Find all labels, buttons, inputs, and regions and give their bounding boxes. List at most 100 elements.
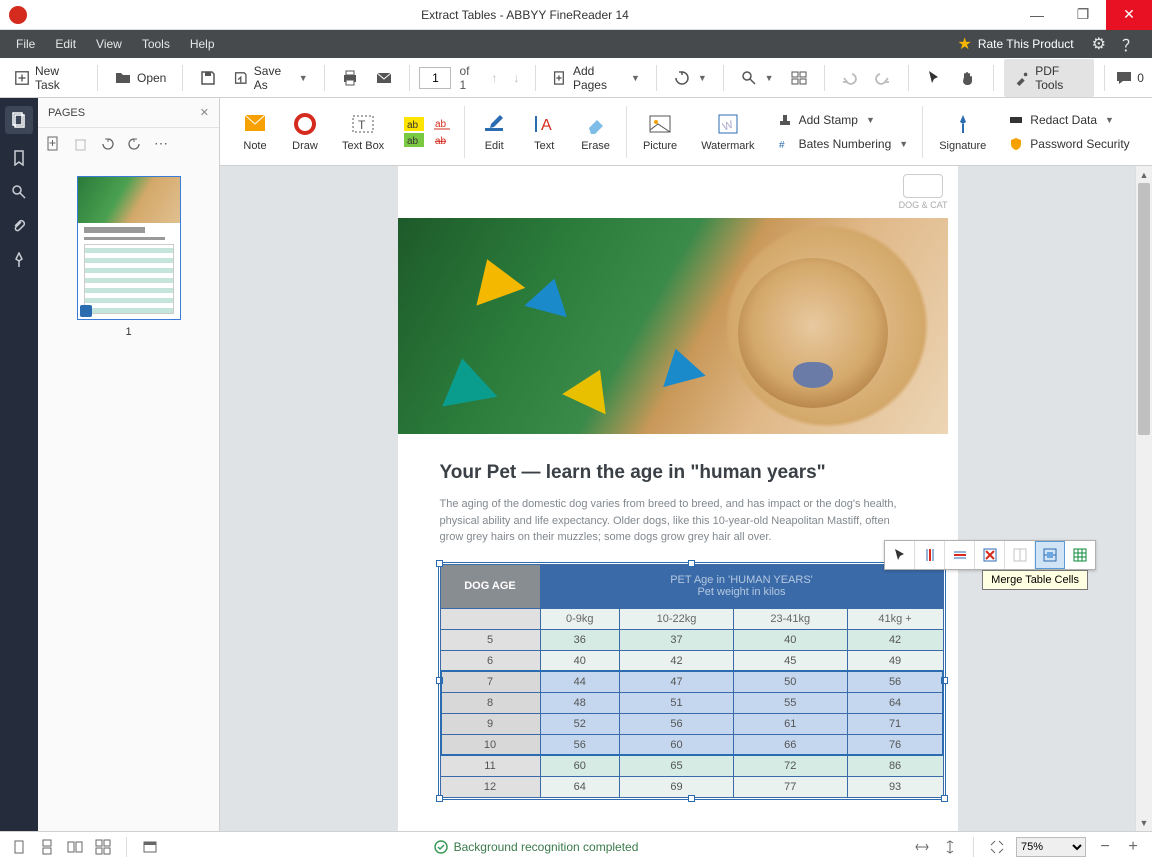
menu-tools[interactable]: Tools <box>132 30 180 58</box>
save-button[interactable] <box>193 65 223 91</box>
signatures-tab-icon[interactable] <box>9 250 29 270</box>
close-button[interactable]: ✕ <box>1106 0 1152 30</box>
add-page-icon[interactable] <box>46 136 61 151</box>
password-security-button[interactable]: Password Security <box>1004 133 1133 155</box>
rotate-button[interactable]: ▼ <box>667 65 713 91</box>
save-as-button[interactable]: Save As▼ <box>227 60 313 96</box>
rotate-left-icon[interactable] <box>100 136 115 151</box>
menu-edit[interactable]: Edit <box>45 30 86 58</box>
view-two-continuous[interactable] <box>94 838 112 856</box>
print-button[interactable] <box>335 65 365 91</box>
strikethrough-tool[interactable]: ab <box>432 133 452 147</box>
document-page[interactable]: DOG & CAT Your Pet — learn the age in "h… <box>398 166 958 831</box>
find-button[interactable]: ▼ <box>734 65 780 91</box>
svg-text:W: W <box>721 119 735 134</box>
maximize-button[interactable]: ❐ <box>1060 0 1106 30</box>
view-continuous[interactable] <box>38 838 56 856</box>
svg-text:ab: ab <box>407 136 419 147</box>
scroll-down-icon[interactable]: ▼ <box>1136 814 1152 831</box>
help-icon[interactable]: ？ <box>1114 32 1146 56</box>
scroll-up-icon[interactable]: ▲ <box>1136 166 1152 183</box>
redo-button[interactable] <box>868 65 898 91</box>
rotate-right-icon[interactable] <box>127 136 142 151</box>
data-table-selection[interactable]: DOG AGE PET Age in 'HUMAN YEARS' Pet wei… <box>440 564 944 798</box>
vertical-scrollbar[interactable]: ▲ ▼ <box>1135 166 1152 831</box>
menu-view[interactable]: View <box>86 30 132 58</box>
table-row: 1160657286 <box>440 755 943 776</box>
editing-ribbon: Note Draw TText Box ab ab ab ab Edit ATe… <box>220 98 1152 166</box>
edit-tool[interactable]: Edit <box>469 98 519 165</box>
search-tab-icon[interactable] <box>9 182 29 202</box>
star-icon: ★ <box>957 34 971 54</box>
settings-icon[interactable]: ⚙ <box>1084 34 1114 54</box>
svg-text:ab: ab <box>435 119 447 130</box>
picture-tool[interactable]: Picture <box>631 98 689 165</box>
main-toolbar: New Task Open Save As▼ of 1 ↑ ↓ Add Page… <box>0 58 1152 98</box>
erase-tool[interactable]: Erase <box>569 98 622 165</box>
hand-tool[interactable] <box>953 65 983 91</box>
document-canvas: DOG & CAT Your Pet — learn the age in "h… <box>220 166 1152 831</box>
view-two-page[interactable] <box>66 838 84 856</box>
open-button[interactable]: Open <box>108 65 172 91</box>
view-single-page[interactable] <box>10 838 28 856</box>
pointer-tool[interactable] <box>919 65 949 91</box>
underline-tool[interactable]: ab <box>432 117 452 131</box>
table-row: 744475056 <box>440 671 943 692</box>
fit-width[interactable] <box>913 838 931 856</box>
new-task-button[interactable]: New Task <box>8 60 87 96</box>
pages-tab-icon[interactable] <box>5 106 33 134</box>
delete-separator[interactable] <box>975 541 1005 569</box>
page-of-label: of 1 <box>455 64 481 92</box>
table-header-dogage: DOG AGE <box>440 564 540 608</box>
page-number-input[interactable] <box>419 67 451 89</box>
actual-size[interactable] <box>988 838 1006 856</box>
add-vertical-separator[interactable] <box>915 541 945 569</box>
email-button[interactable] <box>369 65 399 91</box>
draw-tool[interactable]: Draw <box>280 98 330 165</box>
hero-image <box>398 218 948 434</box>
delete-page-icon[interactable] <box>73 136 88 151</box>
svg-text:ab: ab <box>407 120 419 131</box>
split-table-cells[interactable] <box>1005 541 1035 569</box>
menu-file[interactable]: File <box>6 30 45 58</box>
more-pages-icon[interactable]: ⋯ <box>154 135 168 152</box>
minimize-button[interactable]: — <box>1014 0 1060 30</box>
undo-button[interactable] <box>834 65 864 91</box>
app-icon <box>9 6 27 24</box>
highlight-green[interactable]: ab <box>404 133 424 147</box>
svg-text:A: A <box>541 117 552 134</box>
view-fullscreen[interactable] <box>141 838 159 856</box>
pdf-tools-button[interactable]: PDF Tools <box>1004 59 1094 97</box>
pages-panel-title: PAGES <box>48 107 85 119</box>
note-tool[interactable]: Note <box>230 98 280 165</box>
add-stamp-button[interactable]: Add Stamp▼ <box>773 109 913 131</box>
organize-pages-button[interactable] <box>784 65 814 91</box>
redact-data-button[interactable]: Redact Data▼ <box>1004 109 1133 131</box>
zoom-out[interactable]: − <box>1096 838 1114 856</box>
add-pages-button[interactable]: Add Pages▼ <box>546 60 646 96</box>
page-up-button[interactable]: ↑ <box>485 67 503 89</box>
comments-button[interactable]: 0 <box>1115 69 1144 87</box>
zoom-in[interactable]: + <box>1124 838 1142 856</box>
page-down-button[interactable]: ↓ <box>507 67 525 89</box>
menu-help[interactable]: Help <box>180 30 225 58</box>
table-pointer-tool[interactable] <box>885 541 915 569</box>
bookmarks-tab-icon[interactable] <box>9 148 29 168</box>
thumbnail-number: 1 <box>125 326 131 338</box>
attachments-tab-icon[interactable] <box>9 216 29 236</box>
pages-panel: PAGES ✕ ⋯ 1 <box>38 98 220 831</box>
fit-page[interactable] <box>941 838 959 856</box>
text-tool[interactable]: AText <box>519 98 569 165</box>
select-table[interactable] <box>1065 541 1095 569</box>
rate-product[interactable]: ★Rate This Product <box>947 34 1083 54</box>
zoom-select[interactable]: 75% <box>1016 837 1086 857</box>
highlight-yellow[interactable]: ab <box>404 117 424 131</box>
textbox-tool[interactable]: TText Box <box>330 98 396 165</box>
bates-numbering-button[interactable]: #Bates Numbering▼ <box>773 133 913 155</box>
pages-panel-close[interactable]: ✕ <box>200 106 209 119</box>
add-horizontal-separator[interactable] <box>945 541 975 569</box>
signature-tool[interactable]: Signature <box>927 98 998 165</box>
merge-table-cells[interactable] <box>1035 541 1065 569</box>
page-thumbnail[interactable] <box>77 176 181 320</box>
watermark-tool[interactable]: WWatermark <box>689 98 766 165</box>
